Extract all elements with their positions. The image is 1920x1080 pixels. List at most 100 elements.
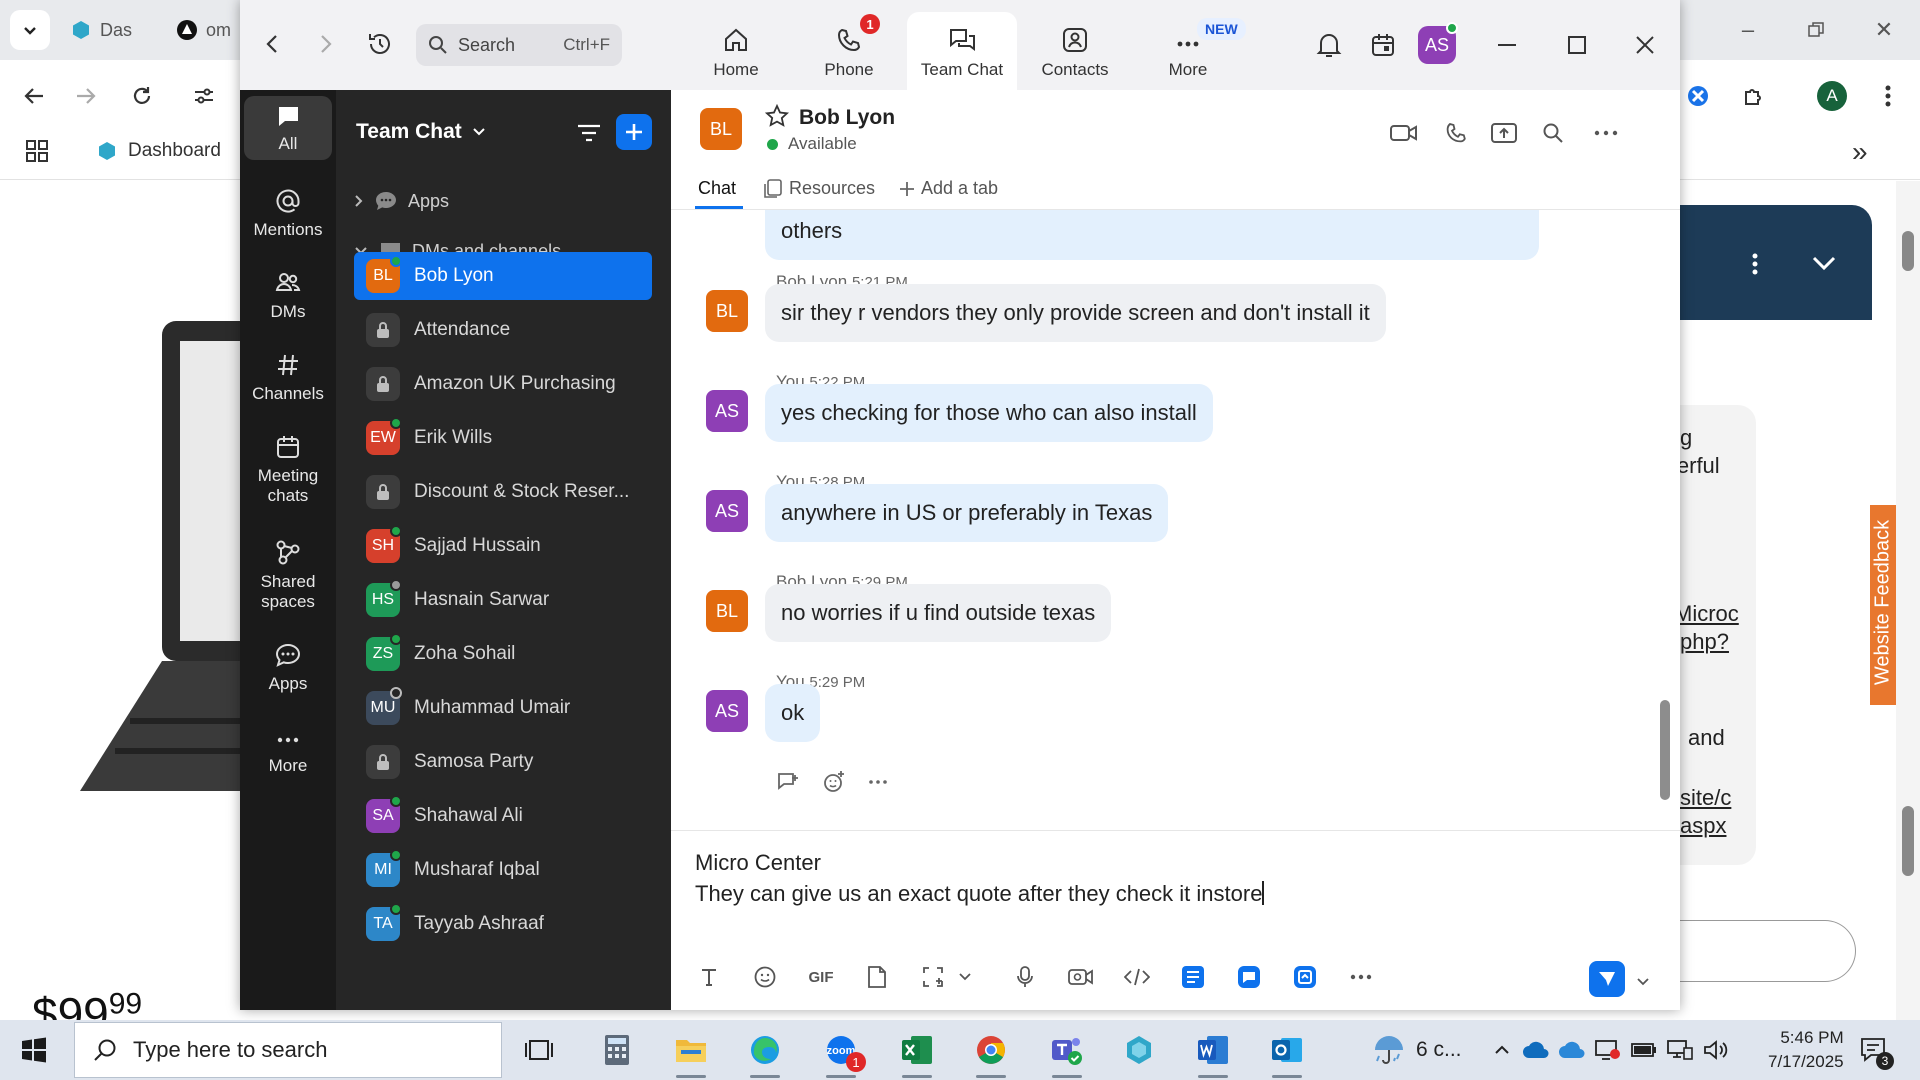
video-message-button[interactable]: [1063, 959, 1099, 995]
message-bubble[interactable]: sir they r vendors they only provide scr…: [765, 284, 1386, 342]
contact-name[interactable]: Bob Lyon: [799, 106, 895, 130]
message-bubble[interactable]: yes checking for those who can also inst…: [765, 384, 1213, 442]
message-bubble[interactable]: anywhere in US or preferably in Texas: [765, 484, 1169, 542]
app-chat-button[interactable]: [1231, 959, 1267, 995]
audio-call-button[interactable]: [1441, 118, 1471, 148]
more-dots-icon[interactable]: [868, 779, 888, 785]
rail-mentions[interactable]: Mentions: [244, 188, 332, 240]
sidebar-item[interactable]: EW Erik Wills: [354, 414, 652, 462]
widget-link-line[interactable]: site/c: [1680, 785, 1731, 811]
sender-avatar[interactable]: BL: [706, 590, 748, 632]
network-tray-icon[interactable]: [1666, 1036, 1694, 1064]
zoom-search-box[interactable]: Search Ctrl+F: [416, 24, 622, 66]
filter-button[interactable]: [574, 118, 604, 148]
tab-team-chat[interactable]: Team Chat: [907, 12, 1017, 90]
scrollbar-thumb[interactable]: [1902, 231, 1914, 271]
sidebar-item[interactable]: MU Muhammad Umair: [354, 684, 652, 732]
notification-center-button[interactable]: 3: [1856, 1036, 1894, 1070]
extensions-menu-button[interactable]: [1736, 78, 1772, 114]
scrollbar-thumb[interactable]: [1902, 806, 1914, 876]
reply-thread-icon[interactable]: [776, 771, 800, 793]
sidebar-item[interactable]: Attendance: [354, 306, 652, 354]
screenshot-button[interactable]: [915, 959, 951, 995]
emoji-button[interactable]: [747, 959, 783, 995]
sidebar-item[interactable]: BL Bob Lyon: [354, 252, 652, 300]
composer-input[interactable]: Micro Center They can give us an exact q…: [695, 847, 1265, 909]
add-reaction-icon[interactable]: [822, 770, 846, 794]
chat-more-button[interactable]: [1591, 118, 1621, 148]
bookmark-dashboard[interactable]: Dashboard: [96, 140, 221, 162]
browser-forward-button[interactable]: [68, 78, 104, 114]
zoom-minimize-button[interactable]: [1490, 28, 1524, 62]
favorite-star-button[interactable]: [764, 103, 790, 133]
taskbar-search-box[interactable]: Type here to search: [74, 1022, 502, 1078]
zoom-forward-button[interactable]: [308, 26, 344, 62]
message-bubble[interactable]: no worries if u find outside texas: [765, 584, 1112, 642]
start-button[interactable]: [14, 1032, 54, 1068]
app-docs-button[interactable]: [1175, 959, 1211, 995]
taskbar-teams[interactable]: [1044, 1028, 1090, 1078]
sidebar-item[interactable]: HS Hasnain Sarwar: [354, 576, 652, 624]
rail-meeting-chats[interactable]: Meeting chats: [244, 434, 332, 507]
sender-avatar[interactable]: AS: [706, 690, 748, 732]
tab-home[interactable]: Home: [681, 12, 791, 90]
message-composer[interactable]: Micro Center They can give us an exact q…: [671, 830, 1680, 1010]
battery-tray-icon[interactable]: [1630, 1036, 1658, 1064]
weather-widget[interactable]: 6 c...: [1372, 1034, 1462, 1066]
messages-scrollbar[interactable]: [1660, 210, 1670, 830]
page-scrollbar[interactable]: [1896, 181, 1920, 1020]
zoom-close-button[interactable]: [1628, 28, 1662, 62]
more-bookmarks-button[interactable]: »: [1852, 136, 1868, 168]
sidebar-item[interactable]: TA Tayyab Ashraaf: [354, 900, 652, 948]
site-info-button[interactable]: [186, 78, 222, 114]
calendar-button[interactable]: [1366, 28, 1400, 62]
scrollbar-thumb[interactable]: [1660, 700, 1670, 800]
show-hidden-icons-button[interactable]: [1488, 1036, 1516, 1064]
tab-phone[interactable]: Phone 1: [794, 12, 904, 90]
app-whiteboard-button[interactable]: [1287, 959, 1323, 995]
zoom-maximize-button[interactable]: [1560, 28, 1594, 62]
browser-minimize-button[interactable]: –: [1728, 10, 1768, 50]
taskbar-outlook[interactable]: [1264, 1028, 1310, 1078]
screenshot-options-button[interactable]: [955, 959, 975, 995]
message-bubble[interactable]: ok: [765, 684, 821, 742]
apps-grid-button[interactable]: [26, 140, 48, 162]
code-snippet-button[interactable]: [1119, 959, 1155, 995]
sender-avatar[interactable]: AS: [706, 490, 748, 532]
sidebar-item[interactable]: Discount & Stock Reser...: [354, 468, 652, 516]
add-tab-button[interactable]: Add a tab: [899, 178, 998, 199]
chat-widget-collapse-button[interactable]: [1812, 255, 1836, 276]
taskbar-clock[interactable]: 5:46 PM 7/17/2025: [1768, 1026, 1844, 1074]
notifications-button[interactable]: [1312, 28, 1346, 62]
taskbar-app-diamond[interactable]: [1116, 1028, 1162, 1072]
gif-button[interactable]: GIF: [803, 959, 839, 995]
format-text-button[interactable]: [691, 959, 727, 995]
browser-menu-button[interactable]: [1870, 78, 1906, 114]
sender-avatar[interactable]: BL: [706, 290, 748, 332]
website-feedback-tab[interactable]: Website Feedback: [1870, 505, 1896, 705]
share-screen-button[interactable]: [1489, 118, 1519, 148]
widget-link-line[interactable]: Microc: [1674, 601, 1739, 627]
tab-resources[interactable]: Resources: [763, 178, 875, 199]
onedrive-tray-icon[interactable]: [1522, 1036, 1550, 1064]
video-call-button[interactable]: [1389, 118, 1419, 148]
taskbar-edge[interactable]: [742, 1028, 788, 1078]
zoom-back-button[interactable]: [254, 26, 290, 62]
sidebar-item[interactable]: MI Musharaf Iqbal: [354, 846, 652, 894]
send-options-button[interactable]: [1637, 973, 1649, 991]
sidebar-item[interactable]: SH Sajjad Hussain: [354, 522, 652, 570]
monitor-alert-tray-icon[interactable]: [1594, 1036, 1622, 1064]
new-chat-button[interactable]: [616, 114, 652, 150]
browser-profile-button[interactable]: A: [1814, 78, 1850, 114]
section-apps[interactable]: Apps: [354, 190, 449, 212]
onedrive-personal-tray-icon[interactable]: [1558, 1036, 1586, 1064]
volume-tray-icon[interactable]: [1702, 1036, 1730, 1064]
taskbar-calculator[interactable]: [594, 1028, 640, 1072]
taskbar-zoom[interactable]: zoom 1: [818, 1028, 866, 1078]
sidebar-item[interactable]: SA Shahawal Ali: [354, 792, 652, 840]
sidebar-item[interactable]: ZS Zoha Sohail: [354, 630, 652, 678]
task-view-button[interactable]: [516, 1028, 562, 1072]
taskbar-word[interactable]: [1190, 1028, 1236, 1078]
rail-apps[interactable]: Apps: [244, 642, 332, 694]
browser-tab-om[interactable]: om: [176, 12, 231, 48]
